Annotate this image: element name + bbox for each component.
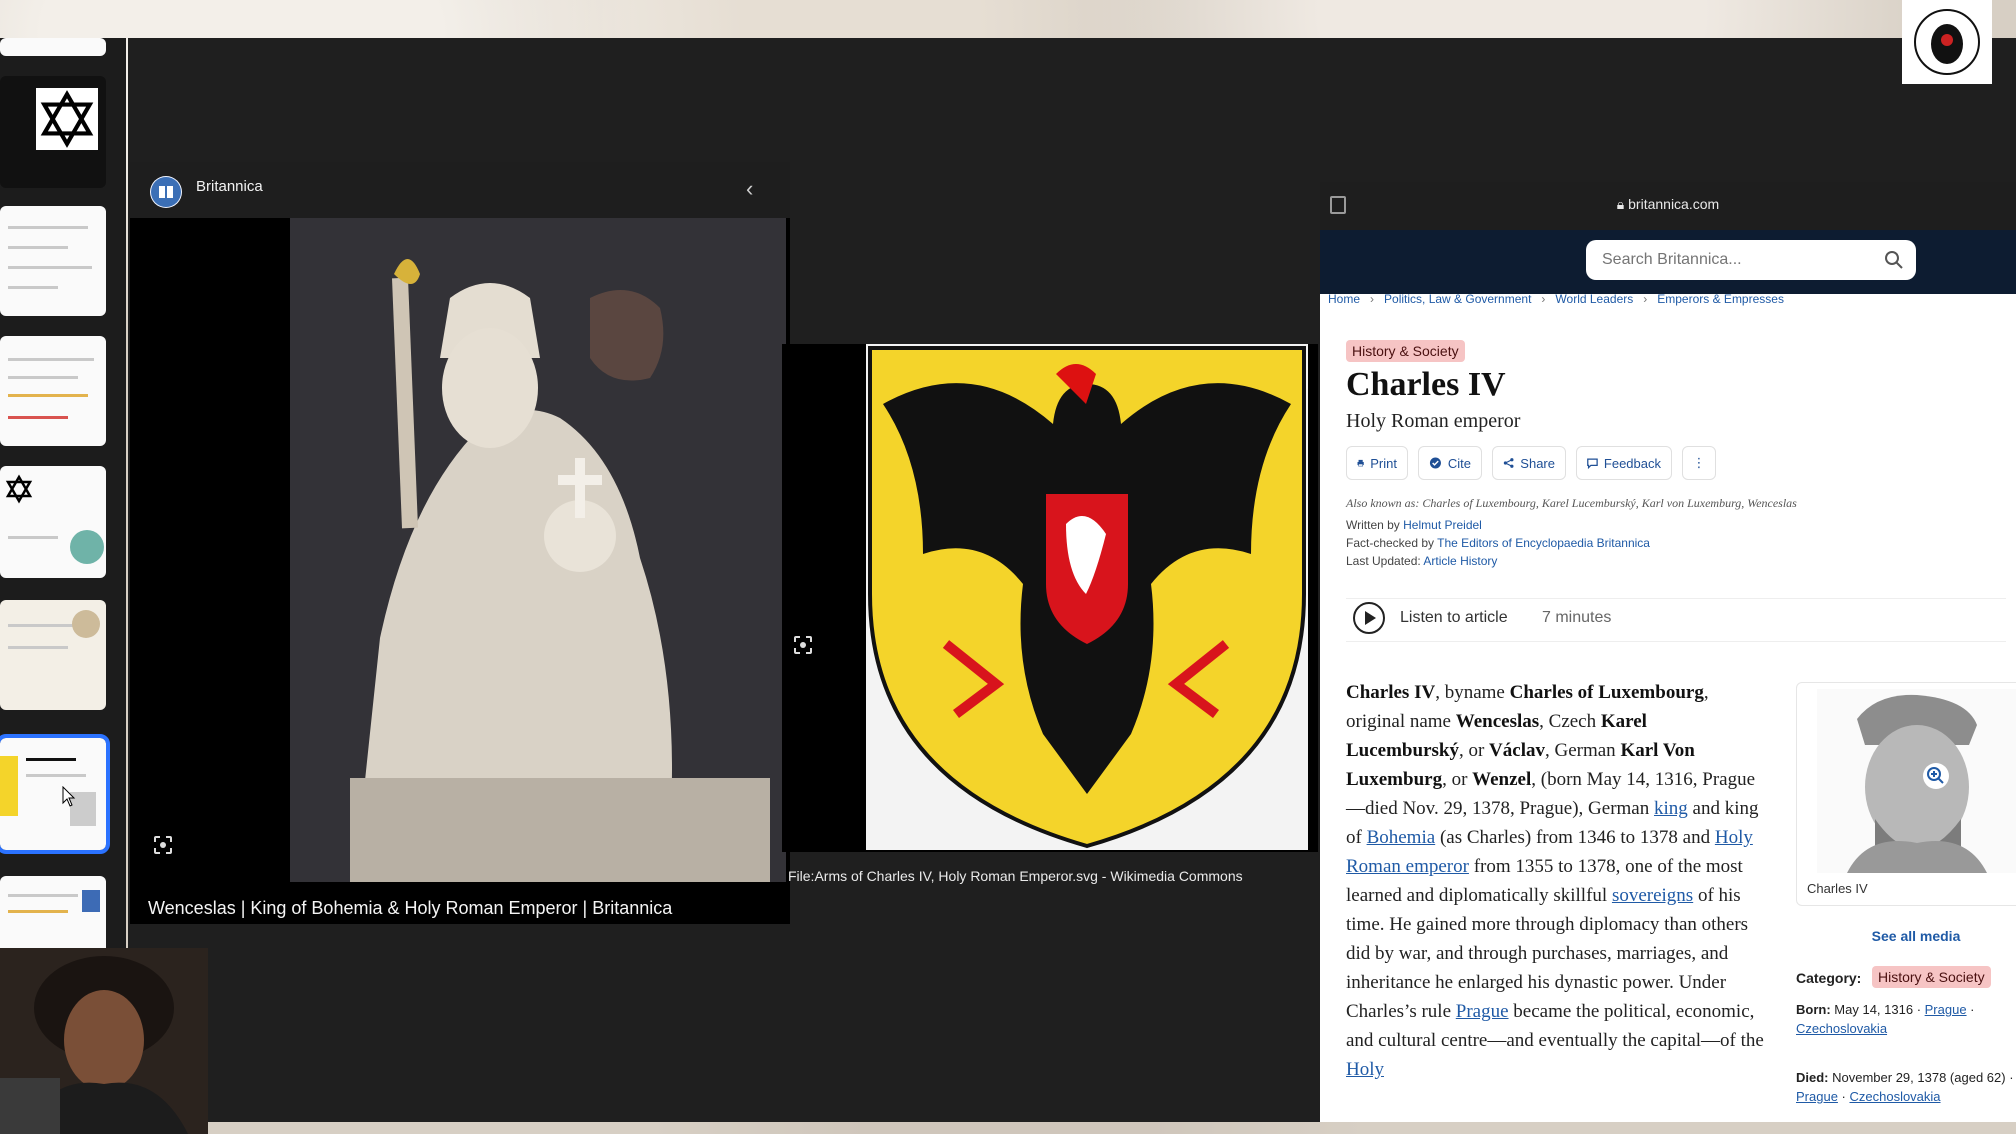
died-country-link[interactable]: Czechoslovakia — [1849, 1089, 1940, 1104]
last-updated: Last Updated: Article History — [1346, 554, 1498, 568]
article-text: , Czech — [1539, 711, 1601, 732]
webcam-overlay — [0, 948, 208, 1134]
media-caption: Charles IV — [1807, 881, 1868, 896]
slide-thumbnail-selected[interactable] — [0, 734, 110, 854]
slide-thumbnail[interactable] — [0, 336, 106, 446]
second-image-caption[interactable]: File:Arms of Charles IV, Holy Roman Empe… — [788, 868, 1243, 884]
article-text: , German — [1544, 740, 1621, 761]
media-card[interactable]: Charles IV — [1796, 682, 2016, 906]
search-box[interactable] — [1586, 240, 1916, 280]
born-country-link[interactable]: Czechoslovakia — [1796, 1021, 1887, 1036]
chevron-right-icon: › — [1541, 292, 1546, 306]
share-button[interactable]: Share — [1492, 446, 1566, 480]
browser-panel: 🔒︎ britannica.com Home › Politics, Law & G… — [1320, 182, 2016, 1122]
see-all-media-link[interactable]: See all media — [1796, 928, 2016, 944]
listen-bar[interactable]: Listen to article 7 minutes — [1346, 598, 2006, 642]
play-icon[interactable] — [1352, 601, 1386, 635]
image-viewer-panel: Britannica ‹ Wenceslas | King of Bohemia… — [130, 162, 790, 924]
second-image-panel — [782, 344, 1318, 852]
article-text: , or — [1458, 740, 1490, 761]
author-link[interactable]: Helmut Preidel — [1403, 518, 1482, 532]
breadcrumb-politics[interactable]: Politics, Law & Government — [1384, 292, 1531, 306]
search-input[interactable] — [1600, 248, 1864, 272]
mouse-cursor-icon — [62, 786, 76, 807]
slide-thumbnail[interactable] — [0, 38, 106, 56]
portrait-image — [1817, 689, 2016, 873]
url-text[interactable]: 🔒︎ britannica.com — [1320, 196, 2016, 213]
slide-thumbnail[interactable] — [0, 466, 106, 578]
category-badge-sidebar[interactable]: History & Society — [1872, 966, 1991, 988]
article-history-link[interactable]: Article History — [1423, 554, 1497, 568]
category-badge[interactable]: History & Society — [1346, 340, 1465, 362]
died-place-link[interactable]: Prague — [1796, 1089, 1838, 1104]
slide-thumbnail[interactable] — [0, 76, 106, 188]
slide-thumbnail[interactable] — [0, 600, 106, 710]
chevron-left-icon[interactable]: ‹ — [746, 176, 753, 202]
article-text: Charles of Luxembourg — [1509, 682, 1704, 703]
share-icon — [1503, 458, 1514, 468]
check-badge-icon — [1429, 457, 1441, 469]
lens-search-icon[interactable] — [152, 834, 174, 856]
page-title: Charles IV — [1346, 366, 1506, 403]
article-text: , or — [1442, 769, 1473, 790]
statue-image — [290, 218, 786, 882]
editors-link[interactable]: The Editors of Encyclopaedia Britannica — [1437, 536, 1650, 550]
printer-icon — [1357, 459, 1364, 467]
search-icon[interactable] — [1884, 250, 1904, 270]
category-label: Category: — [1796, 970, 1862, 986]
cite-button[interactable]: Cite — [1418, 446, 1482, 480]
article-text: Václav — [1489, 740, 1545, 761]
born-info: Born: May 14, 1316 · Prague · Czechoslov… — [1796, 1002, 1975, 1036]
article-body: Charles IV, byname Charles of Luxembourg… — [1346, 678, 1766, 1084]
article-text: (as Charles) from 1346 to 1378 and — [1435, 827, 1715, 848]
viewer-site-name: Britannica — [196, 178, 263, 195]
chevron-right-icon: › — [1643, 292, 1648, 306]
breadcrumb-world-leaders[interactable]: World Leaders — [1555, 292, 1633, 306]
lock-icon: 🔒︎ — [1616, 196, 1625, 212]
britannica-logo-icon — [150, 176, 182, 208]
article-text: Charles IV — [1346, 682, 1436, 703]
page-subtitle: Holy Roman emperor — [1346, 410, 1521, 432]
article-text: Wenceslas — [1455, 711, 1540, 732]
zoom-in-icon[interactable] — [1923, 763, 1949, 789]
more-options-icon[interactable]: ⋮ — [1682, 446, 1716, 480]
listen-label: Listen to article — [1400, 609, 1508, 626]
chevron-right-icon: › — [1370, 292, 1375, 306]
died-info: Died: November 29, 1378 (aged 62) · Prag… — [1796, 1070, 2014, 1104]
slide-thumbnail[interactable] — [0, 206, 106, 316]
listen-duration: 7 minutes — [1542, 609, 1612, 626]
coat-of-arms-image — [866, 344, 1308, 850]
also-known-as: Also known as: Charles of Luxembourg, Ka… — [1346, 496, 1797, 510]
breadcrumb-emperors[interactable]: Emperors & Empresses — [1657, 292, 1784, 306]
channel-logo — [1902, 0, 1992, 84]
print-button[interactable]: Print — [1346, 446, 1408, 480]
article-text: Wenzel — [1472, 769, 1532, 790]
viewer-header: Britannica ‹ — [130, 162, 790, 218]
link-king[interactable]: king — [1654, 798, 1688, 819]
lens-search-icon[interactable] — [792, 634, 814, 656]
link-holy-roman-empire[interactable]: Holy — [1346, 1059, 1384, 1080]
breadcrumb: Home › Politics, Law & Government › World Le… — [1328, 292, 1784, 306]
channel-logo-icon — [1914, 9, 1980, 75]
feedback-button[interactable]: Feedback — [1576, 446, 1672, 480]
star-of-david-icon — [5, 474, 33, 504]
comment-icon — [1587, 458, 1598, 470]
viewer-caption[interactable]: Wenceslas | King of Bohemia & Holy Roman… — [148, 898, 672, 919]
link-bohemia[interactable]: Bohemia — [1367, 827, 1436, 848]
link-sovereigns[interactable]: sovereigns — [1612, 885, 1693, 906]
born-place-link[interactable]: Prague — [1925, 1002, 1967, 1017]
article-text: , byname — [1435, 682, 1510, 703]
link-prague[interactable]: Prague — [1456, 1001, 1509, 1022]
fact-checked-by: Fact-checked by The Editors of Encyclopa… — [1346, 536, 1650, 550]
written-by: Written by Helmut Preidel — [1346, 518, 1482, 532]
breadcrumb-home[interactable]: Home — [1328, 292, 1360, 306]
address-bar: 🔒︎ britannica.com — [1320, 182, 2016, 230]
star-of-david-icon — [36, 88, 98, 150]
